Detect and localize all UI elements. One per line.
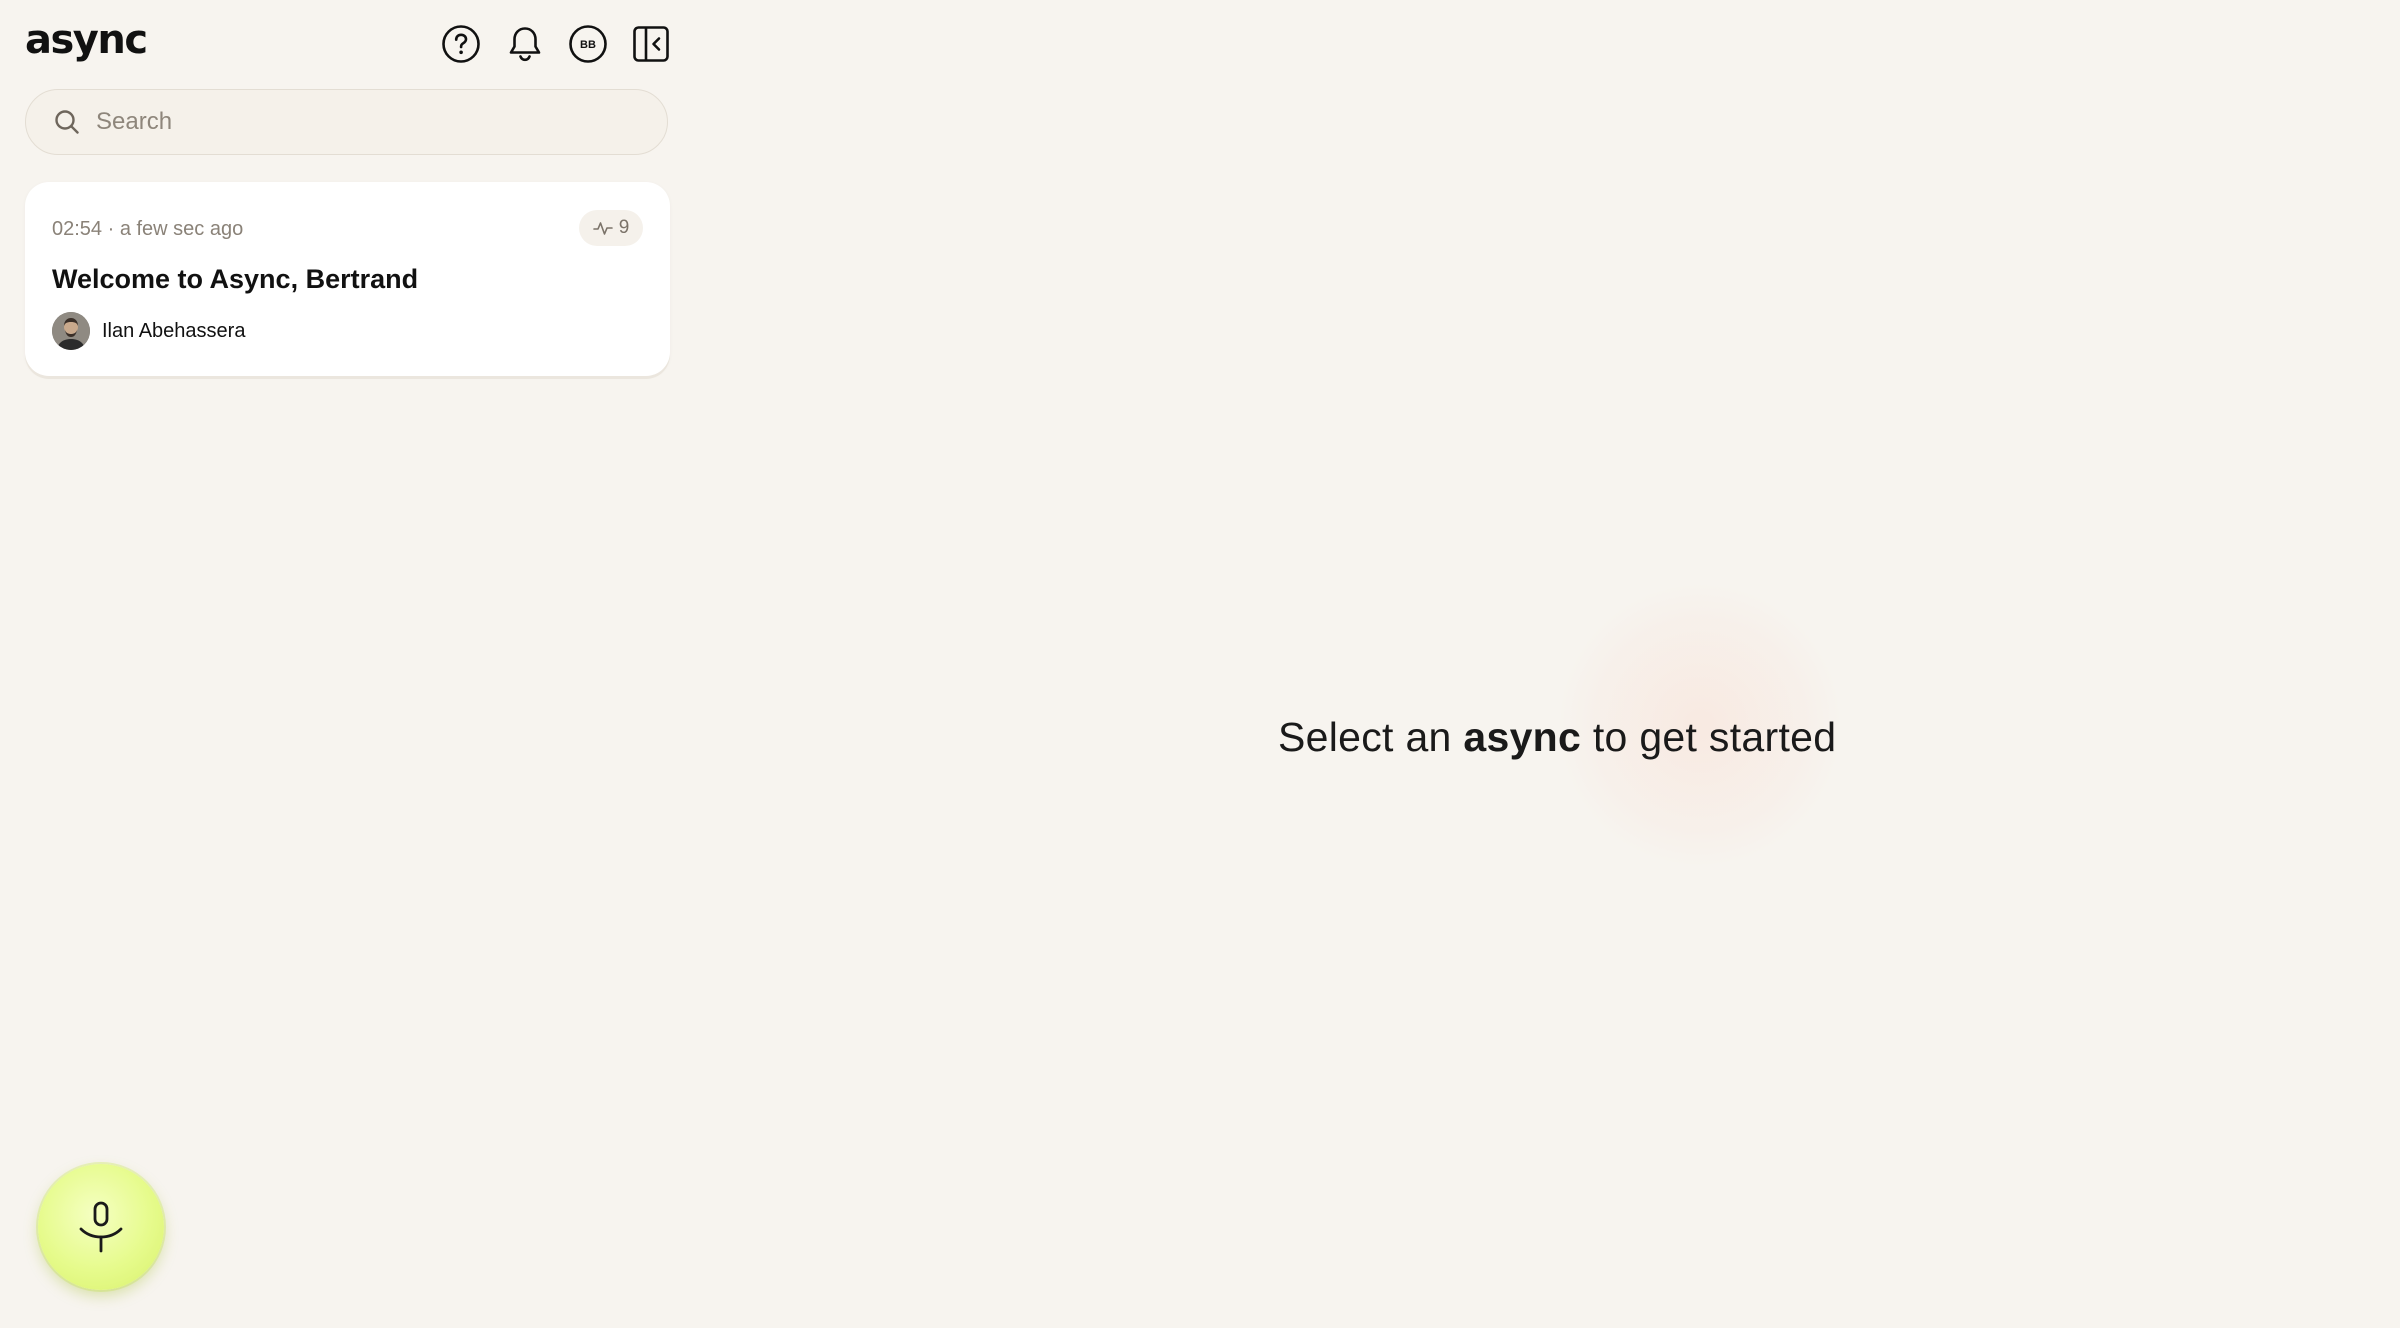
activity-count: 9 (618, 217, 630, 238)
author-name: Ilan Abehassera (102, 319, 246, 342)
record-button[interactable] (38, 1164, 164, 1290)
search-bar[interactable] (25, 89, 668, 155)
avatar-initials: BB (580, 39, 596, 51)
empty-state-suffix: to get started (1592, 714, 1837, 760)
async-author: Ilan Abehassera (52, 312, 245, 350)
activity-icon (592, 222, 613, 235)
search-input[interactable] (94, 107, 658, 137)
bell-icon (509, 27, 541, 62)
async-timestamp: 02:54 · a few sec ago (52, 218, 244, 240)
async-logo[interactable]: async (25, 18, 148, 62)
microphone-icon (79, 1201, 123, 1253)
profile-button[interactable]: BB (568, 24, 608, 64)
async-title: Welcome to Async, Bertrand (52, 264, 419, 294)
activity-badge[interactable]: 9 (579, 210, 643, 246)
help-button[interactable] (441, 24, 481, 64)
help-icon (442, 25, 480, 63)
async-card[interactable]: 02:54 · a few sec ago 9 Welcome to Async… (25, 182, 670, 376)
collapse-sidebar-button[interactable] (631, 24, 671, 64)
avatar: BB (569, 25, 607, 63)
sidebar: async BB Search 02:54 · a few sec ago 9 … (0, 0, 680, 1328)
empty-state-brand: async (1463, 714, 1582, 760)
search-icon (52, 107, 82, 137)
sidebar-header: async BB (25, 18, 670, 70)
author-avatar (52, 312, 90, 350)
empty-state-prefix: Select an (1278, 714, 1452, 760)
empty-state-message: Select an async to get started (1278, 714, 1836, 761)
notifications-button[interactable] (505, 24, 545, 64)
sidebar-collapse-icon (633, 26, 669, 62)
